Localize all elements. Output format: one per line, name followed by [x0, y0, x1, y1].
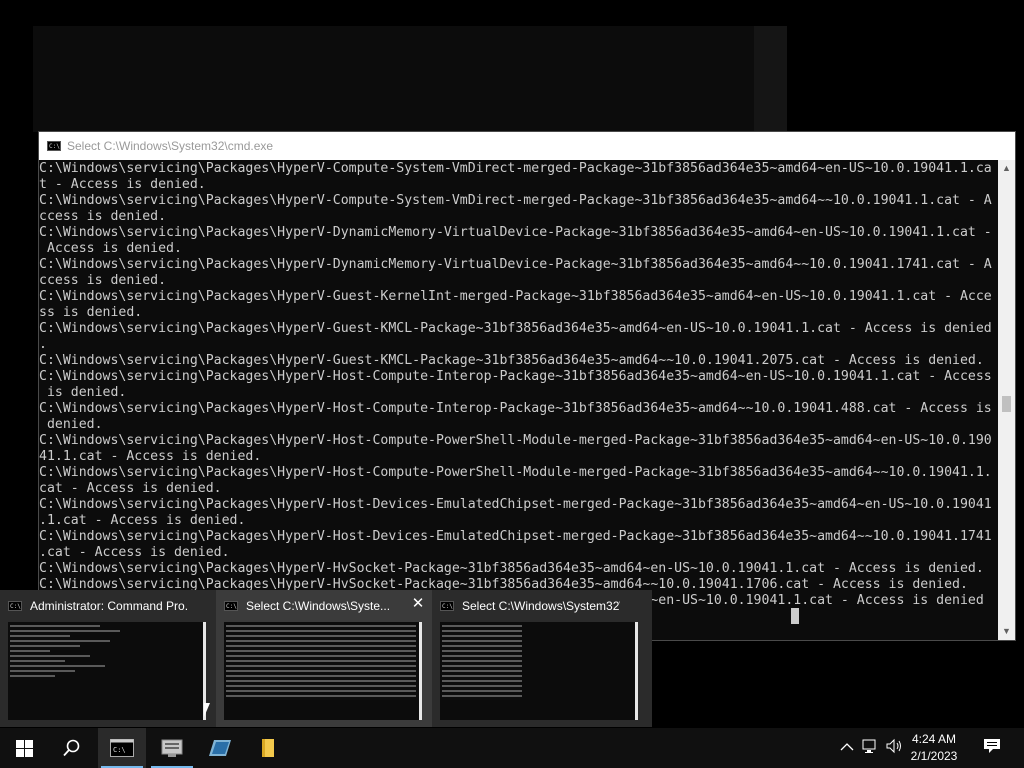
volume-icon[interactable] — [885, 738, 905, 758]
thumbnail-preview — [8, 622, 206, 720]
background-window-scrollbar[interactable] — [754, 26, 787, 132]
console-line: denied. — [39, 417, 103, 432]
taskbar-cmd-button[interactable]: C:\ — [98, 728, 146, 768]
console-line: . — [39, 337, 47, 352]
console-line: C:\Windows\servicing\Packages\HyperV-Hos… — [39, 497, 992, 512]
cmd-title: Select C:\Windows\System32\cmd.exe — [67, 139, 274, 153]
cmd-icon: C:\ — [224, 601, 238, 611]
clock-time: 4:24 AM — [911, 732, 957, 746]
console-line: cat - Access is denied. — [39, 481, 222, 496]
scroll-up-icon[interactable]: ▲ — [998, 160, 1015, 177]
console-line: C:\Windows\servicing\Packages\HyperV-Gue… — [39, 289, 992, 304]
powershell-icon[interactable] — [196, 728, 244, 768]
console-output[interactable]: C:\Windows\servicing\Packages\HyperV-Com… — [39, 161, 999, 641]
cmd-icon: C:\ — [110, 739, 134, 757]
console-line: C:\Windows\servicing\Packages\HyperV-Hos… — [39, 529, 992, 544]
console-line: .cat - Access is denied. — [39, 545, 230, 560]
console-line: C:\Windows\servicing\Packages\HyperV-Hos… — [39, 433, 992, 448]
console-line: C:\Windows\servicing\Packages\HyperV-Com… — [39, 161, 992, 176]
server-manager-icon[interactable] — [148, 728, 196, 768]
console-line: Access is denied. — [39, 241, 182, 256]
console-line: ccess is denied. — [39, 209, 167, 224]
cmd-icon: C:\ — [440, 601, 454, 611]
console-line: t - Access is denied. — [39, 177, 206, 192]
console-line: C:\Windows\servicing\Packages\HyperV-Hos… — [39, 401, 992, 416]
system-clock[interactable]: 4:24 AM 2/1/2023 — [904, 731, 964, 765]
thumbnail-title: Administrator: Command Pro... — [30, 599, 188, 613]
cmd-titlebar[interactable]: C:\ Select C:\Windows\System32\cmd.exe — [39, 132, 1015, 160]
mouse-pointer-icon — [204, 703, 210, 717]
file-explorer-icon[interactable] — [244, 728, 292, 768]
background-cmd-window[interactable] — [33, 26, 787, 132]
thumbnail-title: Select C:\Windows\Syste... — [246, 599, 391, 613]
svg-text:C:\: C:\ — [113, 746, 126, 754]
console-cursor — [791, 608, 799, 624]
chevron-up-icon[interactable] — [837, 738, 857, 758]
console-line: is denied. — [39, 385, 127, 400]
thumbnail-preview — [224, 622, 422, 720]
cmd-window[interactable]: C:\ Select C:\Windows\System32\cmd.exe C… — [38, 131, 1016, 641]
clock-date: 2/1/2023 — [910, 749, 958, 763]
console-line: ss is denied. — [39, 305, 143, 320]
console-line: C:\Windows\servicing\Packages\HyperV-Hos… — [39, 465, 992, 480]
vertical-scrollbar[interactable]: ▲ ▼ — [998, 160, 1015, 640]
thumbnail-title: Select C:\Windows\System32\c... — [462, 599, 620, 613]
scroll-down-icon[interactable]: ▼ — [998, 623, 1015, 640]
scroll-thumb[interactable] — [1002, 396, 1011, 412]
console-line: C:\Windows\servicing\Packages\HyperV-HvS… — [39, 561, 984, 576]
search-icon[interactable] — [48, 728, 96, 768]
thumbnail-administrator-cmd[interactable]: C:\ Administrator: Command Pro... — [0, 590, 216, 727]
console-line: C:\Windows\servicing\Packages\HyperV-Gue… — [39, 353, 984, 368]
console-line: ccess is denied. — [39, 273, 167, 288]
thumbnail-select-cmd-1[interactable]: C:\ Select C:\Windows\Syste... ✕ — [216, 590, 432, 727]
console-line: C:\Windows\servicing\Packages\HyperV-Gue… — [39, 321, 992, 336]
console-line: 41.1.cat - Access is denied. — [39, 449, 262, 464]
windows-start-icon[interactable] — [0, 728, 48, 768]
thumbnail-select-cmd-2[interactable]: C:\ Select C:\Windows\System32\c... — [432, 590, 648, 727]
taskbar: C:\ 4:24 AM 2/1/2023 — [0, 728, 1024, 768]
notification-icon[interactable] — [982, 738, 1002, 758]
close-icon[interactable]: ✕ — [410, 596, 426, 612]
console-line: C:\Windows\servicing\Packages\HyperV-Com… — [39, 193, 992, 208]
console-line: .1.cat - Access is denied. — [39, 513, 246, 528]
taskbar-thumbnail-strip: C:\ Administrator: Command Pro... C:\ Sele… — [0, 590, 652, 727]
console-line: C:\Windows\servicing\Packages\HyperV-Dyn… — [39, 257, 992, 272]
network-icon[interactable] — [861, 738, 881, 758]
cmd-icon: C:\ — [8, 601, 22, 611]
console-line: C:\Windows\servicing\Packages\HyperV-Dyn… — [39, 225, 992, 240]
console-line: C:\Windows\servicing\Packages\HyperV-Hos… — [39, 369, 992, 384]
thumbnail-preview — [440, 622, 638, 720]
cmd-icon: C:\ — [47, 141, 61, 151]
